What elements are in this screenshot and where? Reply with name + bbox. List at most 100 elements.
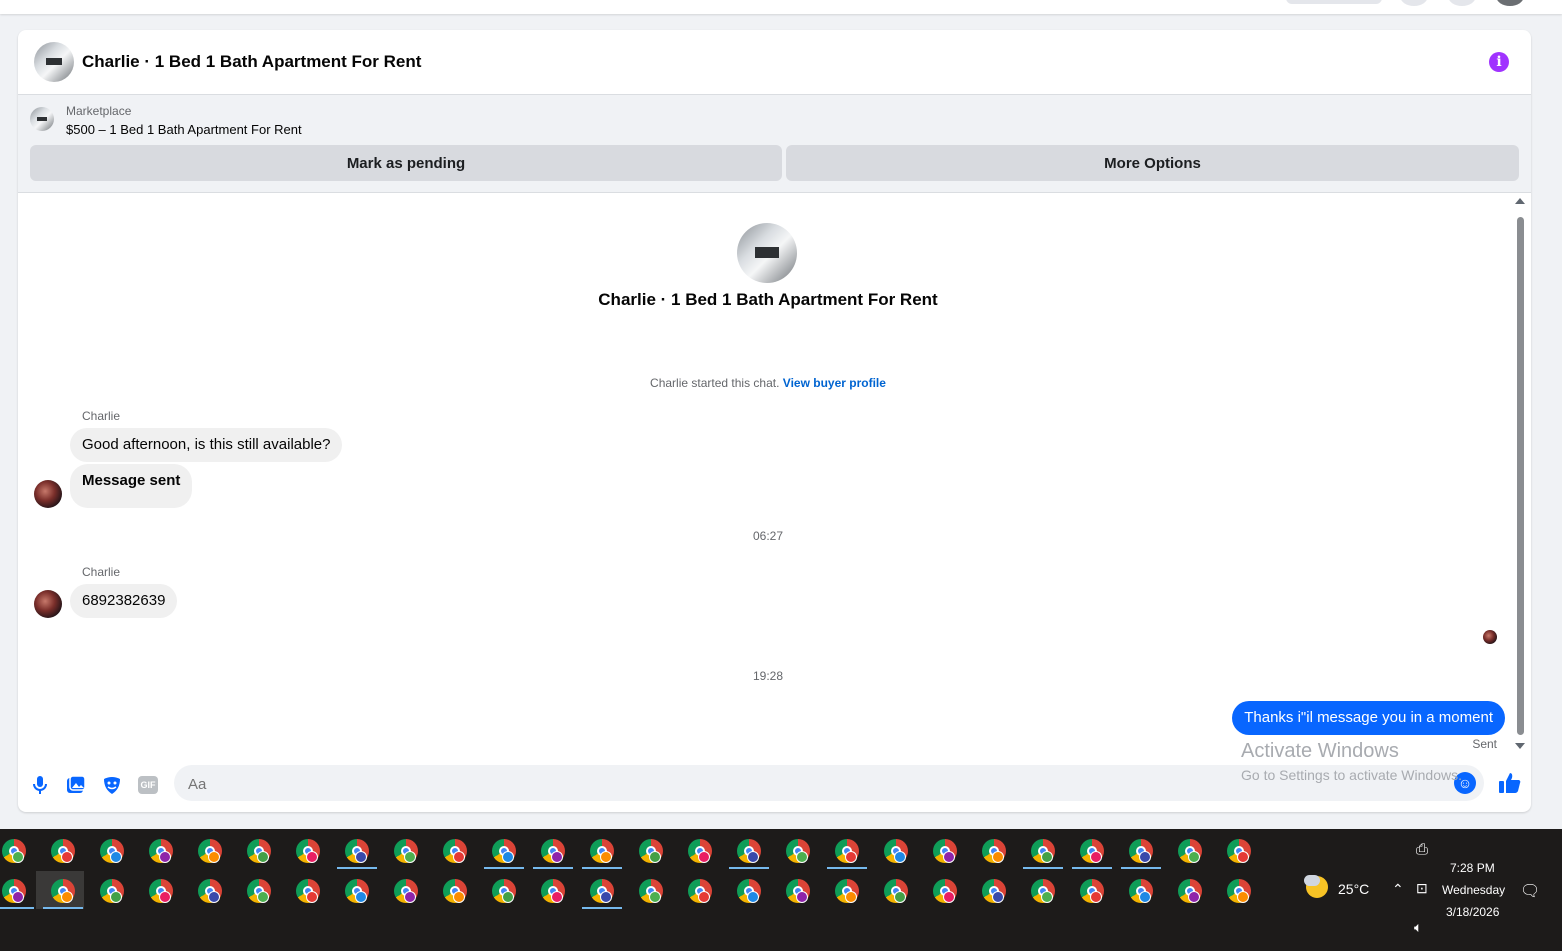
message-input-container[interactable]: ☺ [174,765,1484,803]
sender-avatar[interactable] [34,590,62,618]
profile-badge-icon [208,891,220,903]
running-app-indicator [1023,867,1063,869]
running-app-indicator [1121,867,1161,869]
top-navigation-bar [0,0,1562,14]
profile-badge-icon [1090,891,1102,903]
profile-badge-icon [600,891,612,903]
profile-badge-icon [551,891,563,903]
profile-badge-icon [355,891,367,903]
message-composer: GIF ☺ [18,763,1531,812]
info-icon[interactable]: i [1489,52,1509,72]
listing-thumbnail[interactable] [30,107,54,131]
view-buyer-profile-link[interactable]: View buyer profile [783,376,886,390]
profile-badge-icon [845,891,857,903]
clock-time[interactable]: 7:28 PM [1450,861,1495,875]
profile-badge-icon [698,851,710,863]
profile-badge-icon [992,851,1004,863]
message-input[interactable] [186,765,1390,803]
chevron-up-icon[interactable]: ⌃ [1392,881,1404,898]
listing-category: Marketplace [66,104,132,118]
profile-badge-icon [355,851,367,863]
listing-avatar[interactable] [34,42,74,82]
nav-menu-button[interactable] [1400,0,1428,6]
microphone-icon[interactable] [28,773,52,797]
scroll-down-arrow[interactable] [1515,743,1525,749]
profile-badge-icon [1041,891,1053,903]
chat-header: Charlie · 1 Bed 1 Bath Apartment For Ren… [18,30,1531,95]
cloud-icon [1304,875,1320,886]
message-bubble[interactable]: 6892382639 [70,584,178,618]
chat-title[interactable]: Charlie · 1 Bed 1 Bath Apartment For Ren… [82,52,421,72]
scroll-up-arrow[interactable] [1515,198,1525,204]
profile-badge-icon [649,891,661,903]
profile-badge-icon [943,891,955,903]
timestamp: 19:28 [752,669,784,683]
gif-label: GIF [138,776,158,794]
chat-started-notice: Charlie started this chat. View buyer pr… [18,376,1518,390]
profile-badge-icon [1041,851,1053,863]
conversation-avatar [737,223,797,283]
my-message-bubble[interactable]: Thanks i"il message you in a moment [1232,701,1505,735]
nav-profile-avatar[interactable] [1496,0,1524,6]
nav-pill-button[interactable] [1286,0,1382,4]
more-options-button[interactable]: More Options [786,145,1519,181]
gif-icon[interactable]: GIF [136,773,160,797]
message-thread[interactable]: Charlie · 1 Bed 1 Bath Apartment For Ren… [18,193,1531,763]
sender-avatar[interactable] [34,480,62,508]
running-app-indicator [533,867,573,869]
scrollbar-thumb[interactable] [1517,217,1524,735]
photo-icon[interactable] [64,773,88,797]
running-app-indicator [0,907,34,909]
message-bubble[interactable]: Good afternoon, is this still available? [70,428,343,462]
network-icon[interactable]: ⊡ [1416,880,1428,897]
profile-badge-icon [1090,851,1102,863]
profile-badge-icon [453,851,465,863]
clock-day[interactable]: Wednesday [1442,883,1505,897]
profile-badge-icon [992,891,1004,903]
notifications-icon[interactable]: 🗨︎ [1520,881,1540,901]
profile-badge-icon [502,891,514,903]
profile-badge-icon [1237,851,1249,863]
nav-notifications-button[interactable] [1448,0,1476,6]
weather-temperature[interactable]: 25°C [1338,881,1369,897]
emoji-icon[interactable]: ☺ [1454,772,1476,794]
profile-badge-icon [600,851,612,863]
profile-badge-icon [159,851,171,863]
profile-badge-icon [110,851,122,863]
profile-badge-icon [943,851,955,863]
profile-badge-icon [1237,891,1249,903]
message-bubble[interactable]: Message sent [70,464,193,508]
profile-badge-icon [747,891,759,903]
profile-badge-icon [404,891,416,903]
profile-badge-icon [649,851,661,863]
profile-badge-icon [796,851,808,863]
profile-badge-icon [453,891,465,903]
profile-badge-icon [61,891,73,903]
timestamp: 06:27 [752,529,784,543]
profile-badge-icon [208,851,220,863]
running-app-indicator [582,907,622,909]
running-app-indicator [337,867,377,869]
volume-icon[interactable]: 🔈︎ [1414,919,1422,936]
profile-badge-icon [1188,851,1200,863]
marketplace-listing-banner: Marketplace $500 – 1 Bed 1 Bath Apartmen… [18,95,1531,193]
running-app-indicator [484,867,524,869]
profile-badge-icon [61,851,73,863]
profile-badge-icon [306,851,318,863]
message-sender: Charlie [82,409,121,423]
profile-badge-icon [894,851,906,863]
mark-as-pending-button[interactable]: Mark as pending [30,145,782,181]
chat-scrollbar[interactable] [1515,195,1525,751]
conversation-title: Charlie · 1 Bed 1 Bath Apartment For Ren… [598,290,938,309]
profile-badge-icon [12,891,24,903]
profile-badge-icon [845,851,857,863]
meet-now-icon[interactable]: ⎙ [1416,841,1428,858]
thumbs-up-icon[interactable] [1498,771,1522,795]
listing-title[interactable]: $500 – 1 Bed 1 Bath Apartment For Rent [66,122,302,137]
profile-badge-icon [796,891,808,903]
sticker-icon[interactable] [100,773,124,797]
running-app-indicator [43,907,83,909]
clock-date[interactable]: 3/18/2026 [1446,905,1499,919]
profile-badge-icon [1139,891,1151,903]
profile-badge-icon [159,891,171,903]
